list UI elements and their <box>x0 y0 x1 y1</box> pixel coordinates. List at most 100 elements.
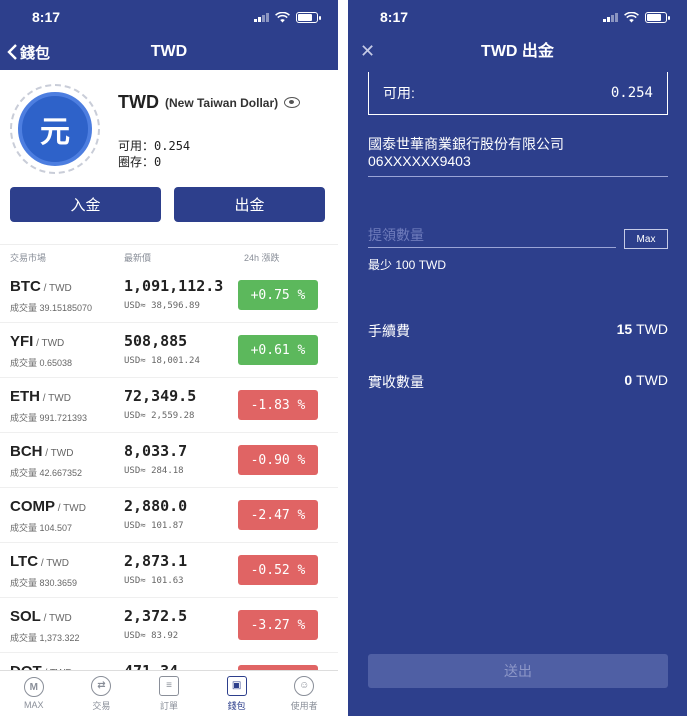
tab-label: MAX <box>24 700 44 710</box>
market-price: 72,349.5 <box>124 387 197 405</box>
market-change-badge: -1.83 % <box>238 390 318 420</box>
withdraw-button[interactable]: 出金 <box>174 187 325 222</box>
market-price: 2,873.1 <box>124 552 188 570</box>
market-volume: 成交量 104.507 <box>10 523 73 533</box>
market-change-badge: -0.52 % <box>238 555 318 585</box>
bank-name: 國泰世華商業銀行股份有限公司 <box>368 136 564 152</box>
currency-name: TWD (New Taiwan Dollar) <box>118 92 301 113</box>
withdraw-amount-input[interactable] <box>368 222 616 248</box>
withdraw-title: TWD 出金 <box>481 43 554 60</box>
status-bar: 8:17 <box>348 0 687 34</box>
market-header-price: 最新價 <box>124 253 152 263</box>
user-icon: ☺ <box>294 675 315 696</box>
market-symbol: LTC / TWD <box>10 553 69 570</box>
market-volume: 成交量 1,373.322 <box>10 633 80 643</box>
symbol-quote: / TWD <box>42 448 74 459</box>
symbol-base: YFI <box>10 333 34 350</box>
receive-label: 實收數量 <box>368 374 424 390</box>
market-row-bch[interactable]: BCH / TWD 成交量 42.667352 8,033.7 USD≈ 284.18… <box>0 433 338 488</box>
market-usd-price: USD≈ 101.63 <box>124 576 184 586</box>
currency-logo-glyph: 元 <box>18 92 92 166</box>
symbol-quote: / TWD <box>38 558 69 569</box>
market-header-market: 交易市場 <box>10 253 47 263</box>
market-change-badge: +0.61 % <box>238 335 318 365</box>
receive-value-group: 0 TWD <box>624 372 668 388</box>
currency-code: TWD <box>118 92 159 112</box>
eye-icon[interactable] <box>284 97 301 108</box>
tab-orders[interactable]: ≡ 訂單 <box>135 671 203 716</box>
status-time: 8:17 <box>380 9 409 25</box>
available-box: 可用: 0.254 <box>368 72 668 115</box>
deposit-button[interactable]: 入金 <box>10 187 161 222</box>
market-volume: 成交量 42.667352 <box>10 468 83 478</box>
symbol-base: BCH <box>10 443 43 460</box>
tab-label: 錢包 <box>227 700 246 711</box>
signal-icon <box>254 12 269 22</box>
market-usd-price: USD≈ 2,559.28 <box>124 411 195 421</box>
max-icon: M <box>23 677 44 697</box>
fee-unit: TWD <box>636 321 668 337</box>
close-icon[interactable]: ✕ <box>360 34 375 70</box>
market-symbol: BCH / TWD <box>10 443 73 460</box>
market-row-sol[interactable]: SOL / TWD 成交量 1,373.322 2,372.5 USD≈ 83.92 -… <box>0 598 338 653</box>
available-label: 可用： <box>118 139 155 153</box>
market-price: 8,033.7 <box>124 442 188 460</box>
wallet-screen: 8:17 錢包 TWD 元 TWD (New Taiwan Dollar) 可用… <box>0 0 338 716</box>
symbol-base: BTC <box>10 278 41 295</box>
tab-label: 使用者 <box>290 700 318 711</box>
fee-value: 15 <box>616 321 633 337</box>
market-row-eth[interactable]: ETH / TWD 成交量 991.721393 72,349.5 USD≈ 2,55… <box>0 378 338 433</box>
market-volume: 成交量 39.15185070 <box>10 303 93 313</box>
market-row-yfi[interactable]: YFI / TWD 成交量 0.65038 508,885 USD≈ 18,001.2… <box>0 323 338 378</box>
system-icons <box>254 11 321 23</box>
tab-user[interactable]: ☺ 使用者 <box>270 671 338 716</box>
symbol-quote: / TWD <box>40 283 72 294</box>
submit-button[interactable]: 送出 <box>368 654 668 688</box>
tab-wallet[interactable]: ▣ 錢包 <box>203 671 271 716</box>
locked-value: 0 <box>154 155 162 169</box>
back-button[interactable]: 錢包 <box>6 34 50 70</box>
market-price: 508,885 <box>124 332 188 350</box>
tab-label: 交易 <box>92 700 111 711</box>
fee-row: 手續費 15 TWD <box>368 321 668 341</box>
available-value: 0.254 <box>154 139 191 153</box>
market-price: 1,091,112.3 <box>124 277 224 295</box>
wifi-icon <box>275 11 290 22</box>
currency-logo: 元 <box>10 84 100 174</box>
market-price: 2,880.0 <box>124 497 188 515</box>
orders-icon: ≡ <box>158 675 179 696</box>
market-change-badge: -2.47 % <box>238 500 318 530</box>
market-change-badge: +0.75 % <box>238 280 318 310</box>
market-change-badge: -3.27 % <box>238 610 318 640</box>
battery-icon <box>296 11 321 23</box>
bank-account-selector[interactable]: 國泰世華商業銀行股份有限公司 06XXXXXX9403 <box>368 136 668 177</box>
withdraw-header: ✕ TWD 出金 <box>348 34 687 70</box>
market-usd-price: USD≈ 284.18 <box>124 466 184 476</box>
market-header: 交易市場 最新價 24h 漲跌 <box>0 244 338 266</box>
max-button[interactable]: Max <box>624 229 668 249</box>
symbol-quote: / TWD <box>40 393 71 404</box>
market-volume: 成交量 0.65038 <box>10 358 73 368</box>
available-balance: 可用：0.254 <box>118 137 190 154</box>
receive-row: 實收數量 0 TWD <box>368 372 668 392</box>
chevron-left-icon <box>7 44 17 60</box>
wifi-icon <box>624 11 639 22</box>
symbol-quote: / TWD <box>33 338 65 349</box>
market-row-ltc[interactable]: LTC / TWD 成交量 830.3659 2,873.1 USD≈ 101.63 -… <box>0 543 338 598</box>
market-symbol: ETH / TWD <box>10 388 71 405</box>
market-change-badge: -0.90 % <box>238 445 318 475</box>
battery-icon <box>645 11 670 23</box>
market-symbol: YFI / TWD <box>10 333 64 350</box>
tab-exchange[interactable]: ⇄ 交易 <box>68 671 136 716</box>
currency-full-name: (New Taiwan Dollar) <box>164 95 279 110</box>
receive-unit: TWD <box>636 372 668 388</box>
symbol-base: SOL <box>10 608 41 625</box>
symbol-base: LTC <box>10 553 39 570</box>
status-time: 8:17 <box>32 9 61 25</box>
page-title: TWD <box>150 43 188 60</box>
signal-icon <box>603 12 618 22</box>
market-row-comp[interactable]: COMP / TWD 成交量 104.507 2,880.0 USD≈ 101.87 -… <box>0 488 338 543</box>
market-row-btc[interactable]: BTC / TWD 成交量 39.15185070 1,091,112.3 USD≈ … <box>0 268 338 323</box>
tab-max[interactable]: M MAX <box>0 671 68 716</box>
market-symbol: SOL / TWD <box>10 608 72 625</box>
